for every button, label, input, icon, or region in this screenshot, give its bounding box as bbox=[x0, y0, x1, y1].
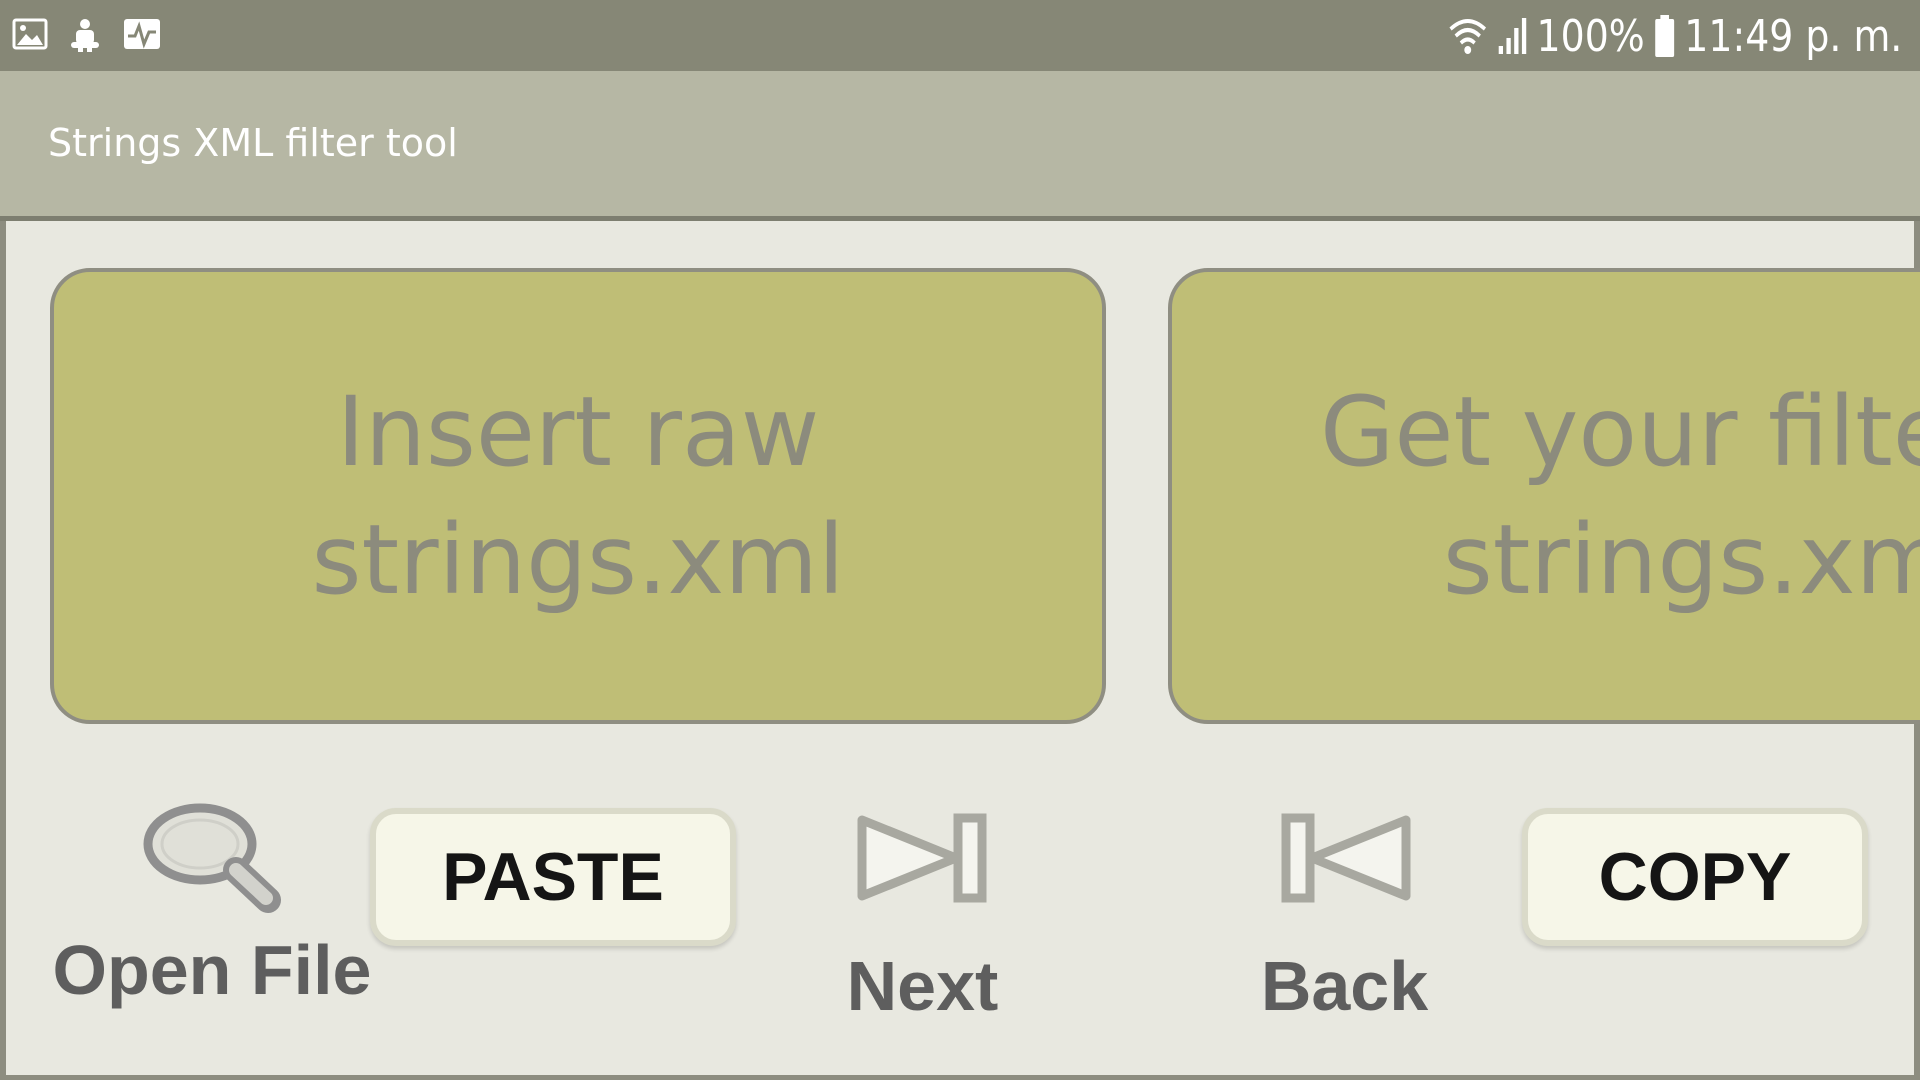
battery-icon bbox=[1654, 15, 1674, 57]
next-label: Next bbox=[846, 947, 999, 1025]
app-title: Strings XML filter tool bbox=[48, 121, 458, 165]
notification-icons bbox=[12, 16, 162, 52]
status-bar: 100% 11:49 p. m. bbox=[0, 0, 1920, 71]
battery-percent: 100% bbox=[1536, 10, 1645, 62]
input-panel-text: Insert raw strings.xml bbox=[311, 376, 845, 616]
skip-back-icon bbox=[1281, 813, 1410, 903]
back-button[interactable]: Back bbox=[1222, 812, 1467, 1026]
back-label: Back bbox=[1260, 947, 1429, 1025]
android-debug-icon bbox=[71, 19, 99, 52]
app-bar: Strings XML filter tool bbox=[0, 71, 1920, 216]
wifi-icon bbox=[1449, 19, 1486, 54]
activity-icon bbox=[124, 19, 160, 49]
input-panel[interactable]: Insert raw strings.xml bbox=[50, 268, 1106, 724]
output-panel-line1: Get your filte bbox=[1320, 376, 1920, 488]
gallery-icon bbox=[12, 18, 48, 50]
open-file-button[interactable]: Open File bbox=[52, 800, 372, 1010]
output-panel-text: Get your filte strings.xm bbox=[1320, 368, 1920, 624]
signal-icon bbox=[1498, 18, 1526, 54]
copy-button[interactable]: COPY bbox=[1522, 808, 1868, 946]
open-file-label: Open File bbox=[52, 931, 372, 1009]
system-indicators: 100% 11:49 p. m. bbox=[1447, 8, 1902, 64]
output-panel-line2: strings.xm bbox=[1442, 504, 1920, 616]
output-panel[interactable]: Get your filte strings.xm bbox=[1168, 268, 1920, 724]
clock: 11:49 p. m. bbox=[1683, 10, 1902, 62]
skip-next-icon bbox=[857, 813, 986, 903]
next-button[interactable]: Next bbox=[800, 812, 1045, 1026]
magnifier-icon bbox=[143, 803, 281, 913]
paste-button[interactable]: PASTE bbox=[370, 808, 736, 946]
